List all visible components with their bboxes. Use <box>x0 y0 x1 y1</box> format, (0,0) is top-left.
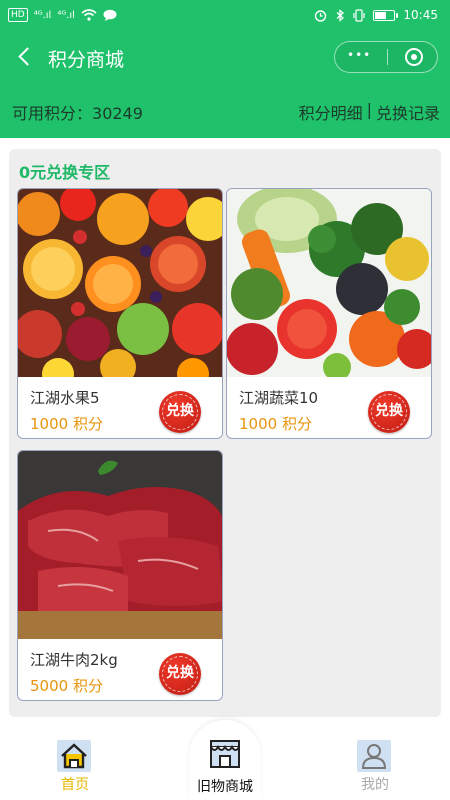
zone-title: 0元兑换专区 <box>19 163 111 182</box>
zero-yuan-zone: 0元兑换专区 江湖水果5 1000 积分 兑换 江湖蔬菜10 1000 积分 兑… <box>9 149 441 717</box>
tab-mine[interactable]: 我的 <box>300 728 450 800</box>
bottom-tabbar: 首页 旧物商城 我的 <box>0 720 450 800</box>
points-detail-link[interactable]: 积分明细 <box>299 100 363 124</box>
points-number: 1000 <box>30 415 69 433</box>
product-points: 5000 积分 <box>30 675 103 696</box>
redeem-button[interactable]: 兑换 <box>368 391 410 433</box>
beef-photo <box>18 451 222 639</box>
points-number: 1000 <box>239 415 278 433</box>
signal-icon: ⁴ᴳ.ıl <box>57 9 75 21</box>
product-name: 江湖牛肉2kg <box>30 651 118 669</box>
links-divider: | <box>366 100 372 119</box>
product-card[interactable]: 江湖牛肉2kg 5000 积分 兑换 <box>17 450 223 701</box>
points-unit: 积分 <box>281 415 312 433</box>
hd-badge: HD <box>8 8 28 22</box>
tab-label: 我的 <box>361 777 389 793</box>
points-links: 积分明细 | 兑换记录 <box>299 100 440 124</box>
product-points: 1000 积分 <box>30 413 103 434</box>
vibrate-icon <box>353 8 366 22</box>
back-chevron-icon[interactable] <box>14 42 38 70</box>
status-right: 10:45 <box>314 8 438 22</box>
alarm-icon <box>315 9 327 22</box>
product-card[interactable]: 江湖水果5 1000 积分 兑换 <box>17 188 223 439</box>
status-bar: HD ⁴ᴳ.ıl ⁴ᴳ.ıl 10:45 <box>0 0 450 32</box>
points-value: 30249 <box>92 104 143 123</box>
clock-time: 10:45 <box>403 8 438 22</box>
available-points: 可用积分：30249 <box>12 100 143 124</box>
product-card[interactable]: 江湖蔬菜10 1000 积分 兑换 <box>226 188 432 439</box>
product-points: 1000 积分 <box>239 413 312 434</box>
battery-icon <box>373 9 399 21</box>
home-icon <box>57 740 91 772</box>
target-close-icon[interactable] <box>387 42 439 72</box>
fruit-photo <box>18 189 222 377</box>
nav-bar: 积分商城 <box>0 32 450 82</box>
redeem-history-link[interactable]: 兑换记录 <box>376 100 440 124</box>
product-name: 江湖水果5 <box>30 389 100 407</box>
redeem-button[interactable]: 兑换 <box>159 653 201 695</box>
bluetooth-icon <box>336 8 345 22</box>
status-left: HD ⁴ᴳ.ıl ⁴ᴳ.ıl <box>8 8 117 22</box>
shop-icon <box>210 740 240 768</box>
user-icon <box>357 740 391 772</box>
tab-label: 旧物商城 <box>197 779 253 795</box>
miniprogram-capsule <box>334 41 438 73</box>
points-unit: 积分 <box>72 677 103 695</box>
points-unit: 积分 <box>72 415 103 433</box>
page-title: 积分商城 <box>48 49 125 71</box>
signal-icon: ⁴ᴳ.ıl <box>33 9 52 21</box>
tab-home[interactable]: 首页 <box>0 728 150 800</box>
message-icon <box>103 9 117 21</box>
more-dots-icon[interactable] <box>335 42 387 72</box>
redeem-button[interactable]: 兑换 <box>159 391 201 433</box>
points-bar: 可用积分：30249 积分明细 | 兑换记录 <box>0 82 450 138</box>
points-number: 5000 <box>30 677 69 695</box>
tab-label: 首页 <box>61 777 89 793</box>
wifi-icon <box>81 9 97 21</box>
vegetable-photo <box>227 189 431 377</box>
points-label: 可用积分： <box>12 104 93 123</box>
tab-secondhand-shop[interactable]: 旧物商城 <box>150 720 300 800</box>
product-name: 江湖蔬菜10 <box>239 389 319 407</box>
